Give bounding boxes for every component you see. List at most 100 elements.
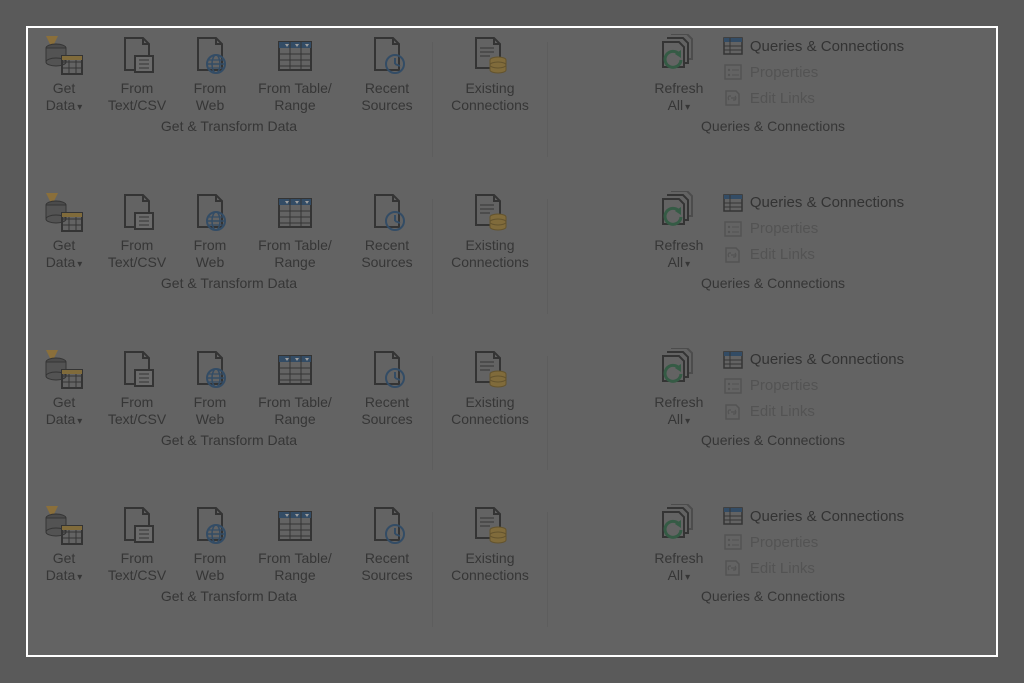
group-queries-connections: Refresh All▾ Quer — [550, 185, 996, 342]
queries-connections-item[interactable]: Queries & Connections — [722, 350, 904, 370]
recent-sources-button[interactable]: Recent Sources — [350, 32, 424, 114]
group-queries-connections: Refresh All▾ Quer — [550, 28, 996, 185]
queries-connections-list: Queries & Connections Pro — [722, 346, 904, 422]
from-web-label: From Web — [194, 237, 227, 271]
from-table-range-button[interactable]: From Table/ Range — [246, 346, 344, 428]
separator — [547, 356, 548, 471]
existing-connections-label: Existing Connections — [451, 237, 529, 271]
recent-sources-label: Recent Sources — [361, 80, 412, 114]
edit-links-item: Edit Links — [722, 402, 904, 422]
from-web-button[interactable]: From Web — [180, 189, 240, 271]
queries-connections-list: Queries & Connections Pro — [722, 32, 904, 108]
group-get-transform: Get Data▾ From Text/CSV — [28, 28, 430, 185]
group-get-transform: Get Data▾ From Text/CSV — [28, 498, 430, 655]
recent-sources-button[interactable]: Recent Sources — [350, 189, 424, 271]
existing-connections-button[interactable]: Existing Connections — [441, 346, 539, 428]
ribbon-row: Get Data▾ From Text/CSV — [28, 28, 996, 185]
edit-links-text: Edit Links — [750, 246, 815, 263]
recent-sources-label: Recent Sources — [361, 237, 412, 271]
from-table-range-button[interactable]: From Table/ Range — [246, 189, 344, 271]
group-queries-connections: Refresh All▾ Quer — [550, 342, 996, 499]
from-web-button[interactable]: From Web — [180, 502, 240, 584]
recent-sources-button[interactable]: Recent Sources — [350, 346, 424, 428]
properties-item: Properties — [722, 62, 904, 82]
existing-connections-label: Existing Connections — [451, 550, 529, 584]
separator — [432, 356, 433, 471]
queries-connections-icon — [722, 193, 744, 213]
existing-connections-icon — [468, 34, 512, 78]
text-csv-icon — [115, 504, 159, 548]
recent-sources-icon — [365, 504, 409, 548]
properties-icon — [722, 532, 744, 552]
from-text-csv-button[interactable]: From Text/CSV — [100, 502, 174, 584]
group-title-queries-connections: Queries & Connections — [701, 275, 845, 291]
table-range-icon — [273, 504, 317, 548]
group-queries-connections: Refresh All▾ Quer — [550, 498, 996, 655]
text-csv-icon — [115, 191, 159, 235]
ribbon-row: Get Data▾ From Text/CSV — [28, 185, 996, 342]
from-table-range-button[interactable]: From Table/ Range — [246, 502, 344, 584]
group-title-get-transform: Get & Transform Data — [161, 432, 297, 448]
web-icon — [188, 34, 232, 78]
existing-connections-button[interactable]: Existing Connections — [441, 32, 539, 114]
queries-connections-item[interactable]: Queries & Connections — [722, 193, 904, 213]
edit-links-icon — [722, 245, 744, 265]
queries-connections-list: Queries & Connections Pro — [722, 502, 904, 578]
refresh-all-button[interactable]: Refresh All▾ — [642, 189, 716, 273]
from-web-label: From Web — [194, 80, 227, 114]
refresh-all-button[interactable]: Refresh All▾ — [642, 346, 716, 430]
group-get-transform: Get Data▾ From Text/CSV — [28, 185, 430, 342]
from-text-csv-label: From Text/CSV — [108, 550, 166, 584]
get-data-button[interactable]: Get Data▾ — [34, 32, 94, 116]
get-data-icon — [42, 348, 86, 392]
properties-icon — [722, 62, 744, 82]
from-text-csv-button[interactable]: From Text/CSV — [100, 32, 174, 114]
queries-connections-icon — [722, 506, 744, 526]
get-data-label: Get Data▾ — [46, 550, 83, 586]
group-existing-connections: Existing Connections — [435, 498, 545, 655]
queries-connections-item[interactable]: Queries & Connections — [722, 506, 904, 526]
from-web-label: From Web — [194, 394, 227, 428]
from-text-csv-button[interactable]: From Text/CSV — [100, 189, 174, 271]
existing-connections-button[interactable]: Existing Connections — [441, 502, 539, 584]
edit-links-icon — [722, 558, 744, 578]
refresh-all-button[interactable]: Refresh All▾ — [642, 502, 716, 586]
refresh-all-button[interactable]: Refresh All▾ — [642, 32, 716, 116]
queries-connections-list: Queries & Connections Pro — [722, 189, 904, 265]
group-existing-connections: Existing Connections — [435, 342, 545, 499]
from-text-csv-label: From Text/CSV — [108, 80, 166, 114]
existing-connections-button[interactable]: Existing Connections — [441, 189, 539, 271]
separator — [432, 42, 433, 157]
edit-links-text: Edit Links — [750, 90, 815, 107]
from-text-csv-button[interactable]: From Text/CSV — [100, 346, 174, 428]
get-data-button[interactable]: Get Data▾ — [34, 502, 94, 586]
edit-links-icon — [722, 402, 744, 422]
edit-links-text: Edit Links — [750, 403, 815, 420]
ribbon-row: Get Data▾ From Text/CSV — [28, 342, 996, 499]
from-table-range-label: From Table/ Range — [258, 394, 332, 428]
refresh-all-label: Refresh All▾ — [654, 394, 703, 430]
group-title-queries-connections: Queries & Connections — [701, 432, 845, 448]
properties-icon — [722, 376, 744, 396]
queries-connections-icon — [722, 350, 744, 370]
properties-item: Properties — [722, 532, 904, 552]
group-existing-connections: Existing Connections — [435, 28, 545, 185]
recent-sources-button[interactable]: Recent Sources — [350, 502, 424, 584]
get-data-button[interactable]: Get Data▾ — [34, 346, 94, 430]
table-range-icon — [273, 348, 317, 392]
properties-text: Properties — [750, 534, 818, 551]
from-web-button[interactable]: From Web — [180, 32, 240, 114]
queries-connections-item[interactable]: Queries & Connections — [722, 36, 904, 56]
from-web-button[interactable]: From Web — [180, 346, 240, 428]
table-range-icon — [273, 191, 317, 235]
get-data-button[interactable]: Get Data▾ — [34, 189, 94, 273]
recent-sources-label: Recent Sources — [361, 394, 412, 428]
edit-links-item: Edit Links — [722, 88, 904, 108]
from-text-csv-label: From Text/CSV — [108, 237, 166, 271]
text-csv-icon — [115, 348, 159, 392]
get-data-label: Get Data▾ — [46, 80, 83, 116]
refresh-all-icon — [657, 504, 701, 548]
from-table-range-button[interactable]: From Table/ Range — [246, 32, 344, 114]
existing-connections-label: Existing Connections — [451, 394, 529, 428]
from-table-range-label: From Table/ Range — [258, 237, 332, 271]
